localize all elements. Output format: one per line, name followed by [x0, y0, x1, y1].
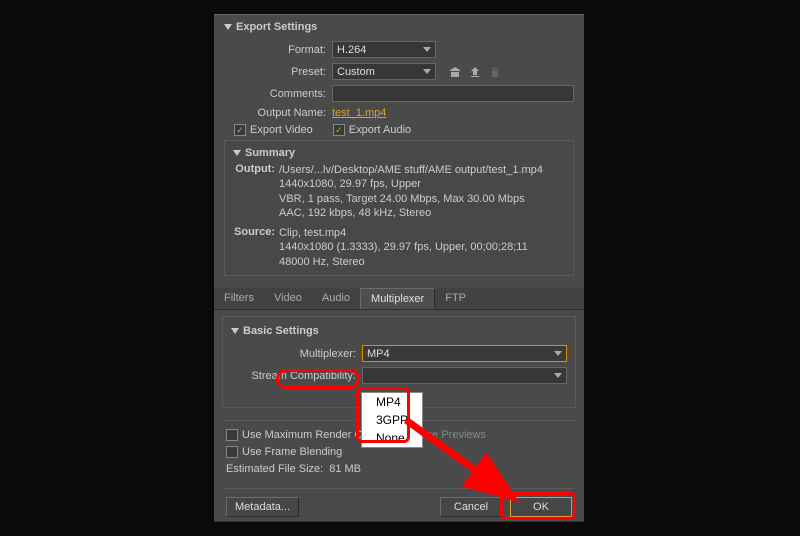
divider: [224, 488, 574, 489]
preset-select[interactable]: Custom: [332, 63, 436, 80]
tab-video[interactable]: Video: [264, 288, 312, 309]
summary-box: Summary Output: /Users/...lv/Desktop/AME…: [224, 140, 574, 276]
metadata-button[interactable]: Metadata...: [226, 497, 299, 517]
preset-label: Preset:: [224, 66, 326, 78]
output-name-link[interactable]: test_1.mp4: [332, 107, 386, 119]
comments-input[interactable]: [332, 85, 574, 102]
export-settings-section: Export Settings Format: H.264 Preset: Cu…: [214, 15, 584, 282]
summary-source-lines: Clip, test.mp4 1440x1080 (1.3333), 29.97…: [279, 226, 565, 269]
multiplexer-select[interactable]: MP4: [362, 345, 567, 362]
tab-audio[interactable]: Audio: [312, 288, 360, 309]
format-label: Format:: [224, 44, 326, 56]
multiplexer-dropdown: MP4 3GPP None: [361, 392, 423, 448]
delete-preset-icon[interactable]: [488, 65, 502, 79]
stream-compat-label: Stream Compatibility:: [231, 370, 356, 382]
export-audio-checkbox[interactable]: ✓ Export Audio: [333, 124, 411, 136]
collapse-triangle-icon: [224, 24, 232, 30]
export-audio-label: Export Audio: [349, 124, 411, 136]
ok-button[interactable]: OK: [510, 497, 572, 517]
export-settings-header[interactable]: Export Settings: [224, 21, 574, 33]
stream-compat-select[interactable]: [362, 367, 567, 384]
multiplexer-option-3gpp[interactable]: 3GPP: [362, 411, 422, 429]
export-video-checkbox[interactable]: ✓ Export Video: [234, 124, 313, 136]
tab-filters[interactable]: Filters: [214, 288, 264, 309]
est-size-label: Estimated File Size:: [226, 463, 323, 475]
output-name-label: Output Name:: [224, 107, 326, 119]
format-select[interactable]: H.264: [332, 41, 436, 58]
summary-title: Summary: [245, 147, 295, 159]
summary-output-key: Output:: [233, 163, 275, 220]
frame-blending-checkbox[interactable]: Use Frame Blending: [226, 446, 342, 458]
use-previews-label: Use Previews: [419, 429, 486, 441]
tab-multiplexer[interactable]: Multiplexer: [360, 288, 435, 309]
cancel-button[interactable]: Cancel: [440, 497, 502, 517]
collapse-triangle-icon: [233, 150, 241, 156]
summary-output-lines: /Users/...lv/Desktop/AME stuff/AME outpu…: [279, 163, 565, 220]
multiplexer-option-none[interactable]: None: [362, 429, 422, 447]
preset-icons: [448, 65, 502, 79]
export-settings-title: Export Settings: [236, 21, 317, 33]
summary-header[interactable]: Summary: [233, 147, 565, 159]
tab-ftp[interactable]: FTP: [435, 288, 476, 309]
basic-settings-title: Basic Settings: [243, 325, 319, 337]
export-video-label: Export Video: [250, 124, 313, 136]
import-preset-icon[interactable]: [468, 65, 482, 79]
multiplexer-option-mp4[interactable]: MP4: [362, 393, 422, 411]
save-preset-icon[interactable]: [448, 65, 462, 79]
basic-settings-header[interactable]: Basic Settings: [231, 325, 567, 337]
frame-blending-label: Use Frame Blending: [242, 446, 342, 458]
collapse-triangle-icon: [231, 328, 239, 334]
multiplexer-label: Multiplexer:: [231, 348, 356, 360]
est-size-value: 81 MB: [329, 463, 361, 475]
tab-bar: Filters Video Audio Multiplexer FTP: [214, 288, 584, 310]
summary-source-key: Source:: [233, 226, 275, 269]
comments-label: Comments:: [224, 88, 326, 100]
